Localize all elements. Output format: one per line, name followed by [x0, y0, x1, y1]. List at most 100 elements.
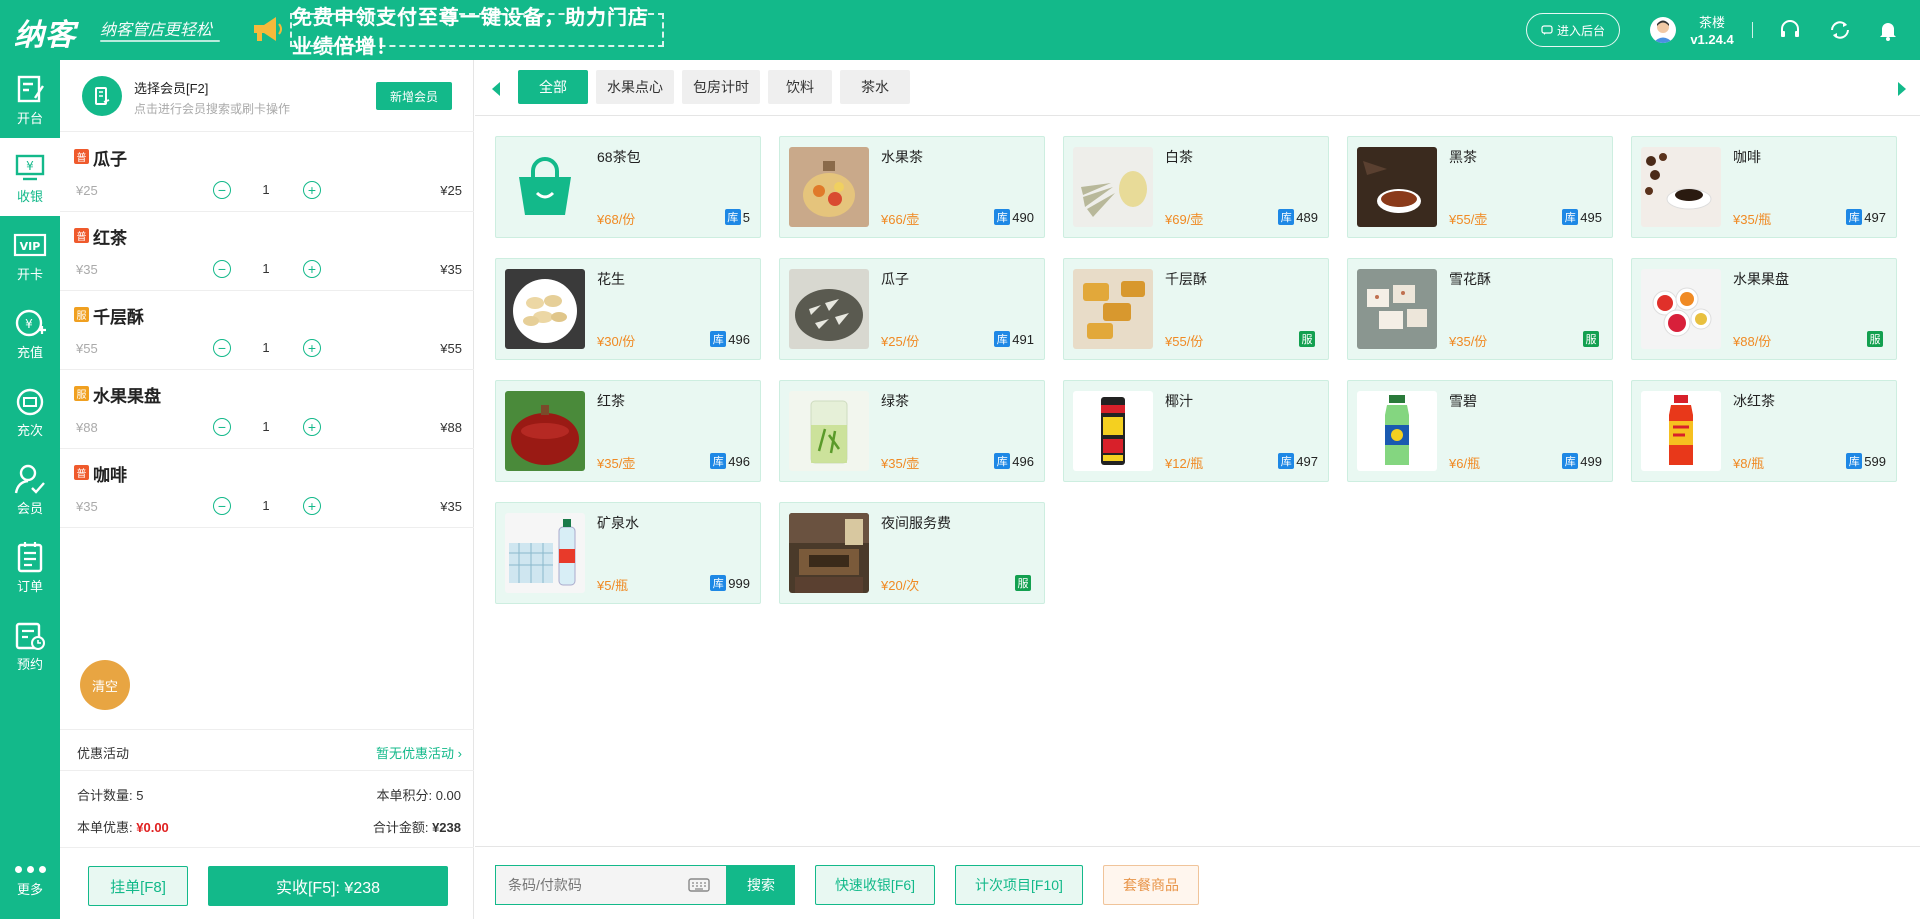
product-price: ¥55/壶: [1449, 212, 1488, 227]
product-card[interactable]: 黑茶 ¥55/壶 库 495: [1347, 136, 1613, 238]
chevron-right-icon: ›: [457, 746, 462, 761]
search-button[interactable]: 搜索: [727, 865, 795, 905]
product-card[interactable]: 红茶 ¥35/壶 库 496: [495, 380, 761, 482]
nav-item-orders[interactable]: 订单: [0, 528, 60, 606]
quick-cash-button[interactable]: 快速收银[F6]: [815, 865, 935, 905]
product-name: 咖啡: [1733, 149, 1761, 165]
product-card[interactable]: 白茶 ¥69/壶 库 489: [1063, 136, 1329, 238]
qty-value[interactable]: 1: [256, 498, 276, 513]
clear-cart-button[interactable]: 清空: [80, 660, 130, 710]
member-selector[interactable]: 选择会员[F2] 点击进行会员搜索或刷卡操作 新增会员: [60, 60, 474, 132]
count-item-button[interactable]: 计次项目[F10]: [955, 865, 1083, 905]
qty-plus-button[interactable]: +: [303, 339, 321, 357]
add-member-button[interactable]: 新增会员: [376, 82, 452, 110]
checkout-bar: 挂单[F8] 实收[F5]: ¥238: [60, 847, 474, 919]
product-stock: 库 491: [994, 331, 1034, 347]
headset-icon[interactable]: [1778, 18, 1802, 42]
user-avatar-icon[interactable]: [1650, 17, 1676, 43]
product-image: [1641, 391, 1721, 471]
tabs-prev-arrow[interactable]: [492, 82, 500, 96]
nav-item-cashier[interactable]: ¥ 收银: [0, 138, 60, 216]
promotion-value[interactable]: 暂无优惠活动 ›: [376, 743, 462, 762]
product-card[interactable]: 矿泉水 ¥5/瓶 库 999: [495, 502, 761, 604]
order-amount: 合计金额: ¥238: [373, 817, 461, 836]
cart-item-row[interactable]: 普 红茶 ¥35 − 1 + ¥35: [60, 212, 474, 291]
member-icon: [14, 464, 45, 494]
stock-count: 496: [1012, 453, 1034, 469]
product-price: ¥35/份: [1449, 334, 1488, 349]
tab-tea[interactable]: 茶水: [840, 70, 910, 104]
order-points-label: 本单积分:: [376, 788, 433, 803]
qty-minus-button[interactable]: −: [213, 260, 231, 278]
cart-item-total: ¥25: [440, 183, 462, 198]
qty-plus-button[interactable]: +: [303, 260, 321, 278]
reserve-icon: [15, 622, 45, 650]
product-price: ¥6/瓶: [1449, 456, 1481, 471]
hang-order-button[interactable]: 挂单[F8]: [88, 866, 188, 906]
cart-item-price: ¥35: [76, 262, 98, 277]
promo-banner[interactable]: 免费申领支付至尊一键设备，助力门店业绩倍增！: [290, 7, 664, 58]
product-name: 白茶: [1165, 149, 1193, 165]
product-card[interactable]: 雪碧 ¥6/瓶 库 499: [1347, 380, 1613, 482]
keyboard-icon[interactable]: [688, 877, 710, 893]
cart-item-price: ¥88: [76, 420, 98, 435]
product-card[interactable]: 水果果盘 ¥88/份 服: [1631, 258, 1897, 360]
promotion-row[interactable]: 优惠活动 暂无优惠活动 ›: [60, 729, 474, 771]
qty-minus-button[interactable]: −: [213, 181, 231, 199]
cart-panel: 选择会员[F2] 点击进行会员搜索或刷卡操作 新增会员 普 瓜子 ¥25 − 1…: [60, 60, 474, 919]
product-card[interactable]: 水果茶 ¥66/壶 库 490: [779, 136, 1045, 238]
qty-value[interactable]: 1: [256, 182, 276, 197]
tab-all[interactable]: 全部: [518, 70, 588, 104]
cart-item-row[interactable]: 服 水果果盘 ¥88 − 1 + ¥88: [60, 370, 474, 449]
qty-plus-button[interactable]: +: [303, 497, 321, 515]
qty-value[interactable]: 1: [256, 340, 276, 355]
cart-item-row[interactable]: 普 咖啡 ¥35 − 1 + ¥35: [60, 449, 474, 528]
nav-item-more[interactable]: 更多: [0, 845, 60, 919]
qty-value[interactable]: 1: [256, 419, 276, 434]
product-card[interactable]: 雪花酥 ¥35/份 服: [1347, 258, 1613, 360]
service-tag: 服: [1299, 331, 1315, 347]
product-card[interactable]: 椰汁 ¥12/瓶 库 497: [1063, 380, 1329, 482]
product-image: [789, 391, 869, 471]
qty-minus-button[interactable]: −: [213, 339, 231, 357]
tab-room-timing[interactable]: 包房计时: [682, 70, 760, 104]
product-card[interactable]: 千层酥 ¥55/份 服: [1063, 258, 1329, 360]
tab-fruit-snacks[interactable]: 水果点心: [596, 70, 674, 104]
product-card[interactable]: 咖啡 ¥35/瓶 库 497: [1631, 136, 1897, 238]
nav-item-open-table[interactable]: 开台: [0, 60, 60, 138]
product-grid: 68茶包 ¥68/份 库5 水果茶 ¥66/壶 库 490 白茶 ¥69/壶 库4…: [475, 117, 1920, 847]
service-tag: 服: [1015, 575, 1031, 591]
product-card[interactable]: 绿茶 ¥35/壶 库 496: [779, 380, 1045, 482]
tab-drinks[interactable]: 饮料: [768, 70, 832, 104]
product-card[interactable]: 68茶包 ¥68/份 库5: [495, 136, 761, 238]
product-stock: 库 499: [1562, 453, 1602, 469]
nav-item-member[interactable]: 会员: [0, 450, 60, 528]
product-card[interactable]: 瓜子 ¥25/份 库 491: [779, 258, 1045, 360]
nav-item-reservation[interactable]: 预约: [0, 606, 60, 684]
refresh-icon[interactable]: [1828, 18, 1852, 42]
product-price: ¥12/瓶: [1165, 456, 1204, 471]
cart-item-row[interactable]: 普 瓜子 ¥25 − 1 + ¥25: [60, 133, 474, 212]
app-logo: 纳客: [14, 19, 76, 52]
nav-item-open-card[interactable]: VIP 开卡: [0, 216, 60, 294]
qty-value[interactable]: 1: [256, 261, 276, 276]
product-image: [1641, 269, 1721, 349]
cart-item-row[interactable]: 服 千层酥 ¥55 − 1 + ¥55: [60, 291, 474, 370]
nav-item-recharge[interactable]: ¥ 充值: [0, 294, 60, 372]
bell-icon[interactable]: [1876, 18, 1900, 42]
product-card[interactable]: 花生 ¥30/份 库 496: [495, 258, 761, 360]
product-price: ¥66/壶: [881, 212, 920, 227]
service-tag: 服: [1867, 331, 1883, 347]
product-card[interactable]: 夜间服务费 ¥20/次 服: [779, 502, 1045, 604]
enter-admin-button[interactable]: 进入后台: [1526, 13, 1620, 47]
pay-button[interactable]: 实收[F5]: ¥238: [208, 866, 448, 906]
tabs-next-arrow[interactable]: [1898, 82, 1906, 96]
stock-tag: 库: [994, 209, 1011, 225]
nav-item-recharge-times[interactable]: 充次: [0, 372, 60, 450]
qty-minus-button[interactable]: −: [213, 497, 231, 515]
product-card[interactable]: 冰红茶 ¥8/瓶 库 599: [1631, 380, 1897, 482]
package-goods-button[interactable]: 套餐商品: [1103, 865, 1199, 905]
qty-plus-button[interactable]: +: [303, 181, 321, 199]
qty-minus-button[interactable]: −: [213, 418, 231, 436]
qty-plus-button[interactable]: +: [303, 418, 321, 436]
